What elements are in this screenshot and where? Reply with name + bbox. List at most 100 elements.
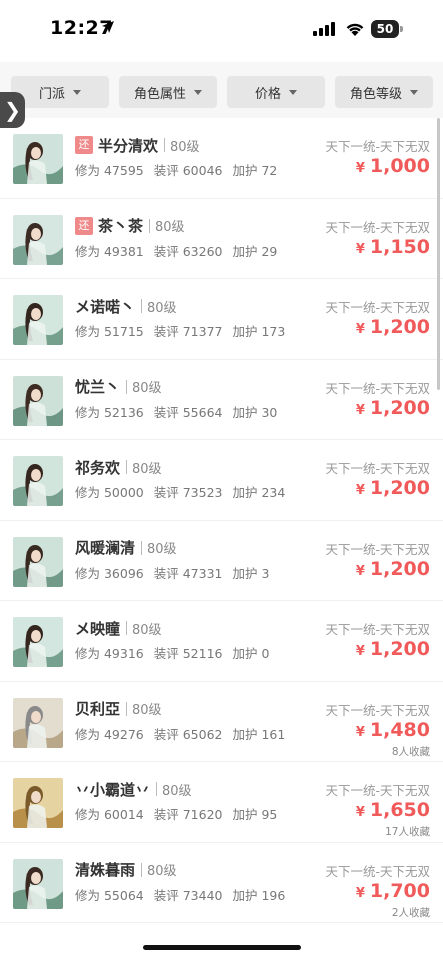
filter-attribute-label: 角色属性 — [133, 86, 186, 102]
server-name: 天下一统-天下无双 — [325, 461, 430, 476]
currency-symbol: ¥ — [355, 322, 365, 337]
server-name: 天下一统-天下无双 — [325, 380, 430, 396]
character-avatar — [13, 778, 63, 828]
divider — [126, 379, 128, 394]
listing-price: ¥1,700 — [356, 880, 430, 902]
stat-cultivation: 修为 49276 — [75, 726, 144, 742]
filter-price-label: 价格 — [254, 86, 281, 102]
battery-percentage: 50 — [376, 22, 394, 36]
filter-price-button[interactable]: 价格 — [227, 76, 325, 108]
divider — [126, 460, 128, 474]
character-name: 茶丶茶 — [98, 217, 144, 235]
stat-gear-score: 装评 60046 — [153, 163, 223, 178]
listing-price: ¥1,000 — [356, 155, 430, 177]
caret-down-icon — [194, 89, 202, 95]
cellular-signal-icon — [313, 22, 335, 36]
character-level: 80级 — [132, 381, 162, 396]
favorites-count: 8人收藏 — [391, 745, 430, 758]
listing-row[interactable]: 还 茶丶茶 80级 修为 49381 装评 63260 加护 29 天下一统-天… — [0, 198, 443, 279]
listing-row[interactable]: 忧兰丶 80级 修为 52136 装评 55664 加护 30 天下一统-天下无… — [0, 359, 443, 440]
bargain-badge: 还 — [75, 136, 93, 154]
listing-row[interactable]: 清姝暮雨 80级 修为 55064 装评 73440 加护 196 天下一统-天… — [0, 842, 443, 923]
currency-symbol: ¥ — [355, 805, 365, 820]
favorites-count: 17人收藏 — [385, 826, 430, 838]
stat-protection: 加护 3 — [232, 565, 270, 581]
bargain-badge: 还 — [75, 216, 93, 235]
currency-symbol: ¥ — [355, 402, 365, 418]
caret-down-icon — [73, 89, 81, 95]
divider — [141, 540, 143, 555]
listing-title: 祁务欢 80级 — [75, 456, 162, 478]
filter-attribute-button[interactable]: 角色属性 — [119, 76, 217, 108]
scrollbar[interactable] — [437, 118, 440, 390]
listing-price: ¥1,200 — [356, 558, 430, 580]
character-level: 80级 — [132, 703, 162, 718]
listing-row[interactable]: 还 半分清欢 80级 修为 47595 装评 60046 加护 72 天下一统-… — [0, 118, 443, 199]
divider — [156, 782, 158, 796]
server-name: 天下一统-天下无双 — [325, 783, 430, 798]
server-name: 天下一统-天下无双 — [325, 702, 430, 718]
stat-protection: 加护 0 — [232, 646, 270, 661]
server-name: 天下一统-天下无双 — [325, 863, 430, 879]
character-level: 80级 — [155, 220, 185, 235]
server-name: 天下一统-天下无双 — [325, 300, 430, 315]
stat-gear-score: 装评 47331 — [153, 565, 223, 581]
filter-sect-button[interactable]: 门派 — [11, 76, 109, 108]
stat-protection: 加护 161 — [232, 726, 286, 742]
stat-protection: 加护 173 — [232, 324, 286, 339]
listing-title: 贝利亞 80级 — [75, 698, 162, 720]
price-value: 1,650 — [369, 799, 430, 821]
character-stats: 修为 49276 装评 65062 加护 161 — [75, 724, 291, 743]
character-level: 80级 — [147, 542, 177, 557]
server-name: 天下一统-天下无双 — [325, 622, 430, 637]
price-value: 1,150 — [369, 235, 430, 258]
divider — [141, 299, 143, 313]
listing-row[interactable]: メ诺喏丶 80级 修为 51715 装评 71377 加护 173 天下一统-天… — [0, 279, 443, 360]
price-value: 1,200 — [369, 477, 430, 499]
price-value: 1,200 — [369, 638, 430, 660]
currency-symbol: ¥ — [355, 483, 365, 498]
stat-gear-score: 装评 71620 — [153, 807, 223, 822]
character-name: 忧兰丶 — [75, 378, 121, 396]
stat-gear-score: 装评 65062 — [153, 726, 223, 742]
character-stats: 修为 50000 装评 73523 加护 234 — [75, 482, 291, 501]
listing-row[interactable]: 风暖澜清 80级 修为 36096 装评 47331 加护 3 天下一统-天下无… — [0, 520, 443, 601]
chevron-right-icon: ❯ — [4, 98, 21, 122]
wifi-icon — [346, 23, 364, 36]
character-name: メ诺喏丶 — [75, 297, 136, 316]
character-avatar — [13, 295, 63, 345]
price-value: 1,480 — [369, 718, 430, 741]
listing-title: 清姝暮雨 80级 — [75, 859, 177, 881]
character-avatar — [13, 617, 63, 667]
stat-gear-score: 装评 73440 — [153, 887, 223, 903]
listing-row[interactable]: 贝利亞 80级 修为 49276 装评 65062 加护 161 天下一统-天下… — [0, 681, 443, 762]
stat-gear-score: 装评 71377 — [153, 324, 223, 339]
currency-symbol: ¥ — [355, 644, 365, 659]
server-name: 天下一统-天下无双 — [325, 219, 430, 235]
currency-symbol: ¥ — [355, 885, 365, 901]
stat-cultivation: 修为 49381 — [75, 243, 144, 259]
currency-symbol: ¥ — [355, 161, 365, 176]
filter-level-button[interactable]: 角色等级 — [335, 76, 433, 108]
character-avatar — [13, 697, 63, 748]
listing-title: 风暖澜清 80级 — [75, 537, 177, 559]
listing-row[interactable]: 祁务欢 80级 修为 50000 装评 73523 加护 234 天下一统-天下… — [0, 440, 443, 521]
character-level: 80级 — [170, 139, 200, 155]
listing-row[interactable]: 丷小霸道丷 80级 修为 60014 装评 71620 加护 95 天下一统-天… — [0, 762, 443, 843]
character-name: 贝利亞 — [75, 700, 121, 718]
stat-gear-score: 装评 52116 — [153, 646, 223, 661]
home-indicator[interactable] — [143, 945, 301, 950]
divider — [164, 138, 166, 152]
location-arrow-icon — [102, 21, 114, 33]
character-level: 80级 — [162, 783, 192, 799]
stat-cultivation: 修为 60014 — [75, 807, 144, 822]
listing-row[interactable]: メ映瞳 80级 修为 49316 装评 52116 加护 0 天下一统-天下无双… — [0, 601, 443, 682]
currency-symbol: ¥ — [355, 563, 365, 579]
character-stats: 修为 49316 装评 52116 加护 0 — [75, 643, 275, 662]
character-name: 风暖澜清 — [75, 539, 136, 557]
character-name: 丷小霸道丷 — [75, 780, 151, 799]
stat-gear-score: 装评 55664 — [153, 404, 223, 420]
battery-icon: 50 — [371, 20, 405, 38]
side-drawer-tab[interactable]: ❯ — [0, 92, 25, 128]
listing-price: ¥1,150 — [356, 236, 430, 258]
